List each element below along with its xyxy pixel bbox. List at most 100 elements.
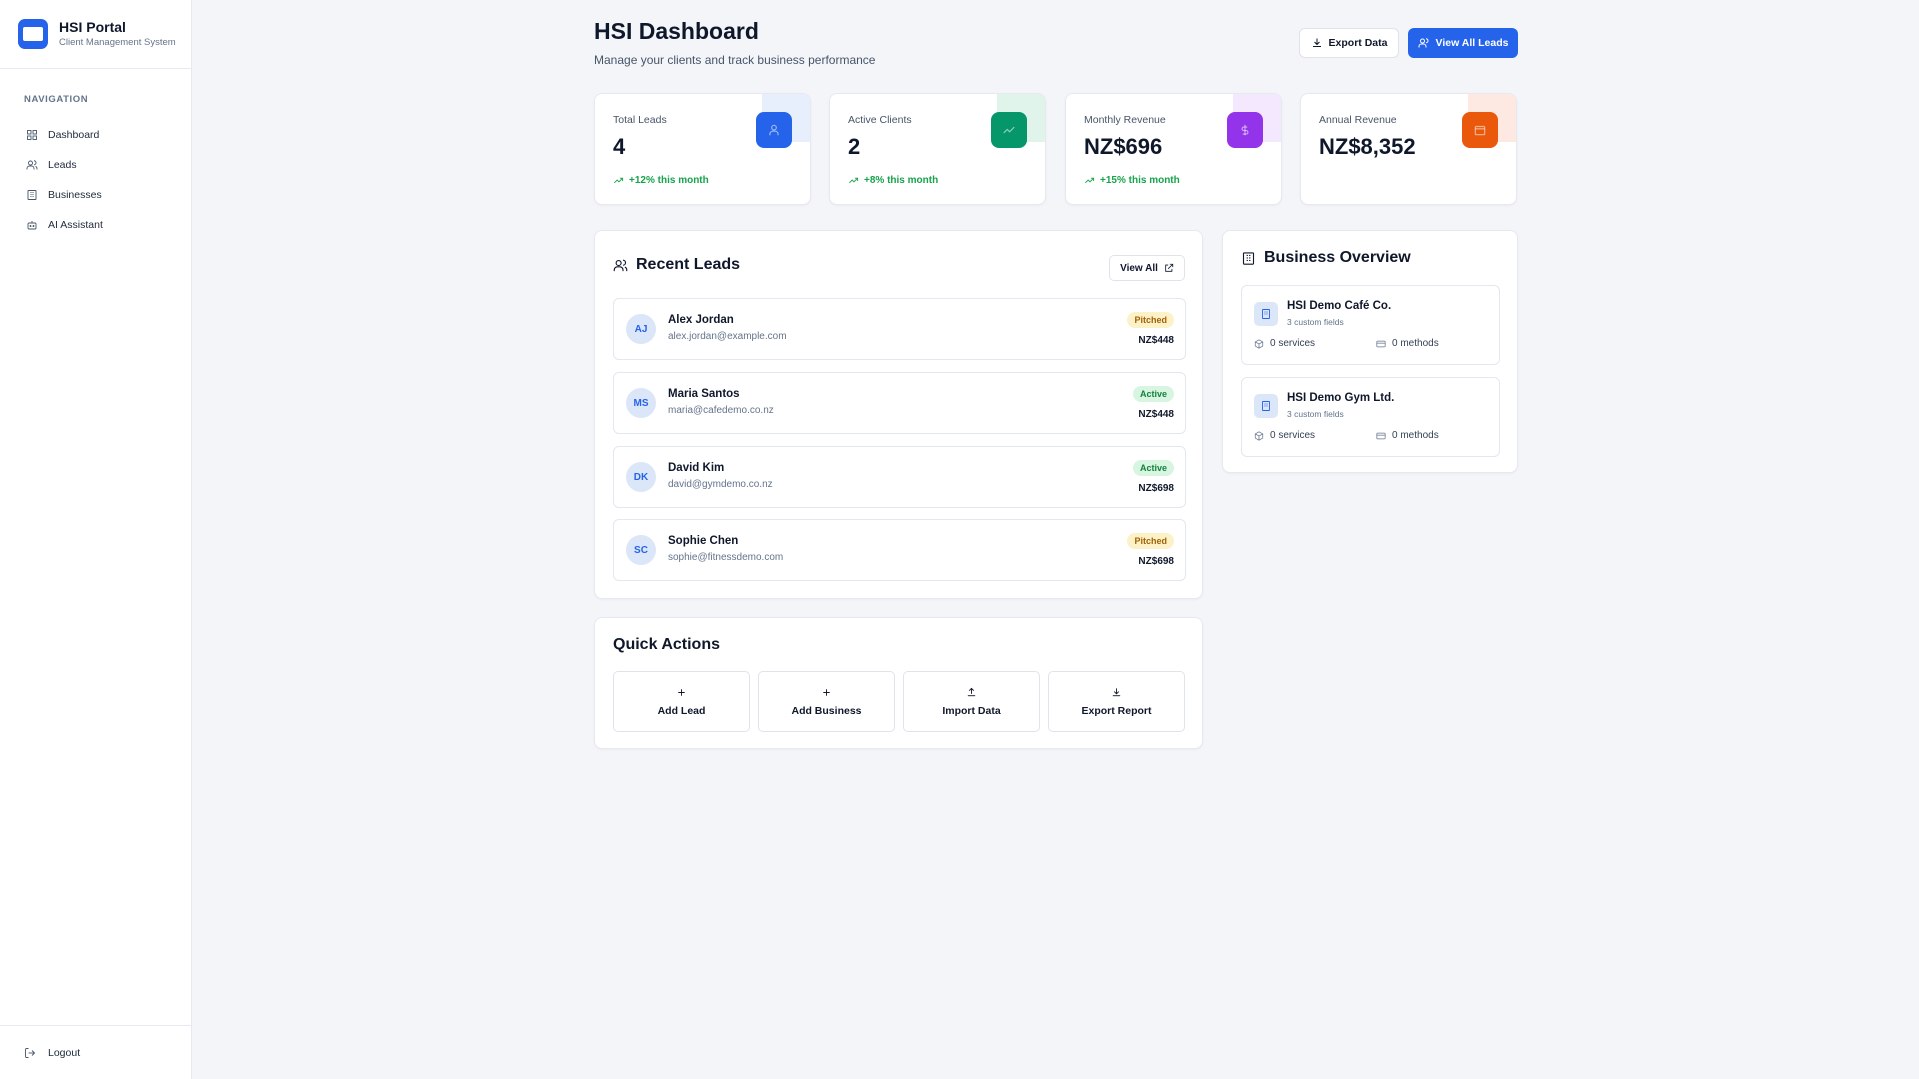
sidebar-item-label: Businesses [48,189,102,201]
trending-up-icon [614,177,624,184]
business-overview-panel: Business Overview HSI Demo Café Co. 3 cu… [1222,230,1518,473]
stat-card-active-clients: Active Clients 2 +8% this month [829,93,1046,205]
view-all-button[interactable]: View All [1109,255,1185,281]
business-services: 0 services [1254,430,1315,441]
avatar: MS [626,388,656,418]
sidebar-item-label: AI Assistant [48,219,103,231]
stat-label: Total Leads [613,114,667,126]
business-name: HSI Demo Gym Ltd. [1287,392,1395,404]
bot-icon [27,221,37,230]
sidebar-item-businesses[interactable]: Businesses [16,181,176,209]
export-report-button[interactable]: Export Report [1048,671,1185,732]
plus-icon [823,688,830,696]
status-badge: Pitched [1127,533,1174,549]
trending-up-icon [991,112,1027,148]
download-icon [1312,38,1321,47]
add-business-button[interactable]: Add Business [758,671,895,732]
external-link-icon [1165,263,1174,272]
nav-heading: NAVIGATION [24,94,89,105]
business-services: 0 services [1254,338,1315,349]
plus-icon [678,688,685,696]
stat-delta: +12% this month [613,175,709,186]
business-card[interactable]: HSI Demo Café Co. 3 custom fields 0 serv… [1241,285,1500,365]
lead-amount: NZ$698 [1138,483,1174,494]
sidebar-item-ai-assistant[interactable]: AI Assistant [16,211,176,239]
building-icon [1254,302,1278,326]
sidebar-item-label: Leads [48,159,77,171]
logout-button[interactable]: Logout [0,1025,191,1079]
business-fields: 3 custom fields [1287,317,1344,327]
dollar-icon [1227,112,1263,148]
credit-card-icon [1376,340,1386,347]
stat-card-total-leads: Total Leads 4 +12% this month [594,93,811,205]
view-all-leads-button[interactable]: View All Leads [1408,28,1518,58]
users-icon [756,112,792,148]
package-icon [1254,338,1264,349]
status-badge: Active [1132,460,1174,476]
lead-row[interactable]: AJ Alex Jordan alex.jordan@example.com P… [613,298,1186,360]
brand[interactable]: HSI Portal Client Management System [0,0,191,69]
recent-leads-title: Recent Leads [613,256,740,274]
lead-name: Sophie Chen [668,535,739,547]
stat-delta: +8% this month [848,175,938,186]
stat-card-monthly-revenue: Monthly Revenue NZ$696 +15% this month [1065,93,1282,205]
view-all-leads-label: View All Leads [1435,37,1509,49]
status-badge: Active [1132,386,1174,402]
lead-name: David Kim [668,462,725,474]
lead-amount: NZ$448 [1138,409,1174,420]
sidebar-nav: Dashboard Leads Businesses AI Assistant [16,121,176,241]
calendar-icon [1462,112,1498,148]
import-data-button[interactable]: Import Data [903,671,1040,732]
business-name: HSI Demo Café Co. [1287,300,1392,312]
download-icon [1112,687,1121,696]
business-overview-title: Business Overview [1241,249,1411,267]
sidebar: HSI Portal Client Management System NAVI… [0,0,192,1079]
business-card[interactable]: HSI Demo Gym Ltd. 3 custom fields 0 serv… [1241,377,1500,457]
add-lead-button[interactable]: Add Lead [613,671,750,732]
stat-card-annual-revenue: Annual Revenue NZ$8,352 [1300,93,1517,205]
trending-up-icon [1085,177,1095,184]
recent-leads-panel: Recent Leads View All AJ Alex Jordan ale… [594,230,1203,599]
lead-row[interactable]: MS Maria Santos maria@cafedemo.co.nz Act… [613,372,1186,434]
stat-value: 4 [613,134,626,159]
page-title: HSI Dashboard [594,18,759,44]
trending-up-icon [849,177,859,184]
business-fields: 3 custom fields [1287,409,1344,419]
stat-value: NZ$696 [1084,134,1163,159]
app-logo-icon [18,19,48,49]
grid-icon [27,130,37,140]
page-subtitle: Manage your clients and track business p… [594,53,876,67]
credit-card-icon [1376,432,1386,439]
lead-amount: NZ$448 [1138,335,1174,346]
logout-label: Logout [48,1046,81,1059]
stat-value: 2 [848,134,861,159]
sidebar-item-leads[interactable]: Leads [16,151,176,179]
lead-email: sophie@fitnessdemo.com [668,552,784,563]
users-icon [26,160,38,170]
avatar: DK [626,462,656,492]
stat-label: Active Clients [848,114,912,126]
quick-actions-panel: Quick Actions Add Lead Add Business Impo… [594,617,1203,749]
avatar: SC [626,535,656,565]
status-badge: Pitched [1127,312,1174,328]
business-methods: 0 methods [1376,338,1439,349]
building-icon [27,190,37,200]
lead-email: maria@cafedemo.co.nz [668,405,774,416]
stat-label: Annual Revenue [1319,114,1397,126]
building-icon [1254,394,1278,418]
sidebar-item-label: Dashboard [48,129,100,141]
users-icon [613,259,628,271]
export-data-button[interactable]: Export Data [1299,28,1399,58]
lead-amount: NZ$698 [1138,556,1174,567]
brand-title: HSI Portal [59,19,126,35]
upload-icon [967,687,976,696]
lead-email: david@gymdemo.co.nz [668,479,773,490]
logout-icon [25,1047,36,1058]
sidebar-item-dashboard[interactable]: Dashboard [16,121,176,149]
lead-row[interactable]: SC Sophie Chen sophie@fitnessdemo.com Pi… [613,519,1186,581]
building-icon [1242,251,1255,265]
business-methods: 0 methods [1376,430,1439,441]
lead-name: Alex Jordan [668,314,734,326]
lead-row[interactable]: DK David Kim david@gymdemo.co.nz Active … [613,446,1186,508]
brand-subtitle: Client Management System [59,37,176,48]
